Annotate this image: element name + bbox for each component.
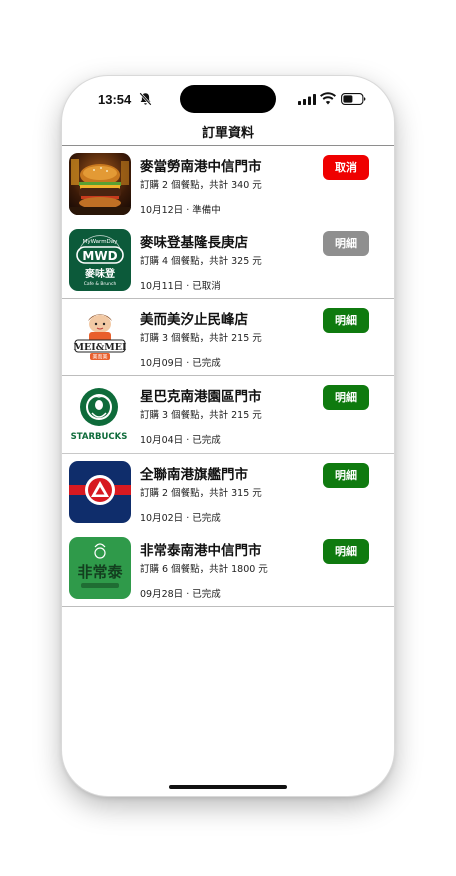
bell-muted-icon (139, 92, 152, 106)
order-summary: 訂購 3 個餐點，共計 215 元 (140, 333, 262, 344)
order-summary: 訂購 3 個餐點，共計 215 元 (140, 410, 262, 421)
wifi-icon (320, 92, 336, 105)
restaurant-name: 麥當勞南港中信門市 (140, 159, 262, 175)
signal-icon (298, 94, 316, 105)
details-button[interactable]: 明細 (323, 539, 369, 564)
order-summary: 訂購 4 個餐點，共計 325 元 (140, 256, 262, 267)
burger-photo-logo (69, 153, 131, 215)
mwd-logo-top: MyWarmDay (83, 239, 119, 245)
order-date-status: 10月04日 · 已完成 (140, 435, 221, 446)
mwd-logo: MyWarmDay MWD 麥味登 Cafe & Brunch (69, 229, 131, 291)
meimei-logo: MEI&MEI 美而美 (69, 306, 131, 368)
page-title: 訂單資料 (201, 126, 254, 141)
restaurant-name: 麥味登基隆長庚店 (140, 235, 248, 251)
restaurant-name: 全聯南港旗艦門市 (140, 467, 248, 483)
details-button[interactable]: 明細 (323, 463, 369, 488)
phone-frame: 13:54 訂單資料 麥當勞南港中信門市 訂購 2 個餐點，共計 340 元 1… (62, 76, 394, 796)
starbucks-logo: STARBUCKS (64, 383, 134, 445)
verythai-logo: 非常泰 (69, 537, 131, 599)
order-row-starbucks[interactable]: STARBUCKS 星巴克南港園區門市 訂購 3 個餐點，共計 215 元 10… (62, 376, 394, 454)
details-button[interactable]: 明細 (323, 308, 369, 333)
order-summary: 訂購 2 個餐點，共計 315 元 (140, 488, 262, 499)
details-button[interactable]: 明細 (323, 231, 369, 256)
order-date-status: 09月28日 · 已完成 (140, 589, 221, 600)
home-indicator[interactable] (169, 785, 287, 789)
restaurant-name: 非常泰南港中信門市 (140, 543, 262, 559)
cancel-button[interactable]: 取消 (323, 155, 369, 180)
pxmart-logo (69, 461, 131, 523)
order-date-status: 10月12日 · 準備中 (140, 205, 221, 216)
order-date-status: 10月09日 · 已完成 (140, 358, 221, 369)
meimei-logo-chinese: 美而美 (92, 354, 107, 361)
starbucks-logo-text: STARBUCKS (71, 432, 128, 442)
mwd-logo-text: MWD (82, 249, 117, 263)
restaurant-name: 美而美汐止民峰店 (140, 312, 248, 328)
order-date-status: 10月02日 · 已完成 (140, 513, 221, 524)
order-list: 麥當勞南港中信門市 訂購 2 個餐點，共計 340 元 10月12日 · 準備中… (62, 146, 394, 607)
dynamic-island (180, 85, 276, 113)
order-summary: 訂購 6 個餐點，共計 1800 元 (140, 564, 268, 575)
order-row-mcdonalds[interactable]: 麥當勞南港中信門市 訂購 2 個餐點，共計 340 元 10月12日 · 準備中… (62, 146, 394, 222)
mwd-logo-bottom: Cafe & Brunch (84, 281, 117, 287)
verythai-logo-text: 非常泰 (77, 563, 123, 581)
order-row-pxmart[interactable]: 全聯南港旗艦門市 訂購 2 個餐點，共計 315 元 10月02日 · 已完成 … (62, 454, 394, 530)
order-summary: 訂購 2 個餐點，共計 340 元 (140, 180, 262, 191)
order-date-status: 10月11日 · 已取消 (140, 281, 221, 292)
order-row-verythai[interactable]: 非常泰 非常泰南港中信門市 訂購 6 個餐點，共計 1800 元 09月28日 … (62, 530, 394, 607)
meimei-logo-text: MEI&MEI (74, 342, 128, 353)
status-bar: 13:54 (62, 76, 394, 126)
battery-icon (341, 93, 366, 105)
mwd-logo-chinese: 麥味登 (84, 267, 116, 280)
details-button[interactable]: 明細 (323, 385, 369, 410)
restaurant-name: 星巴克南港園區門市 (140, 389, 262, 405)
status-time: 13:54 (98, 92, 132, 107)
order-row-mwd[interactable]: MyWarmDay MWD 麥味登 Cafe & Brunch 麥味登基隆長庚店… (62, 222, 394, 299)
order-row-meimei[interactable]: MEI&MEI 美而美 美而美汐止民峰店 訂購 3 個餐點，共計 215 元 1… (62, 299, 394, 376)
